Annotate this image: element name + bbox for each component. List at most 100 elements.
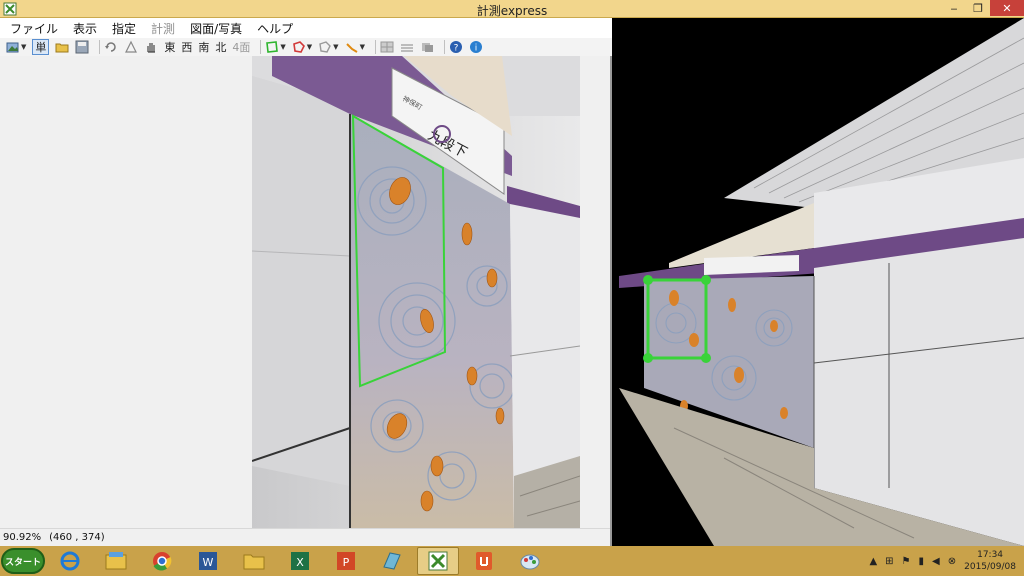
menu-help[interactable]: ヘルプ <box>257 20 293 37</box>
info-icon: i <box>469 41 482 54</box>
open-folder-button[interactable] <box>55 39 69 55</box>
help-icon: ? <box>449 41 462 54</box>
screen: 計測express ‒ ❐ ✕ ファイル 表示 指定 計測 図面/写真 ヘルプ … <box>0 0 1024 576</box>
volume-icon[interactable]: ◀ <box>932 556 940 567</box>
west-face-button[interactable]: 西 <box>181 39 192 55</box>
chrome-icon <box>153 552 172 571</box>
window-title: 計測express <box>476 4 548 18</box>
taskbar-internet-explorer[interactable] <box>49 547 91 575</box>
title-bar[interactable]: 計測express ‒ ❐ ✕ <box>0 0 1024 18</box>
toolbar-separator <box>374 40 376 54</box>
single-view-button[interactable]: 単 <box>32 39 50 55</box>
paint-icon <box>520 554 540 570</box>
corner-handle[interactable] <box>643 353 653 363</box>
keisoku-express-icon <box>428 551 448 571</box>
svg-text:W: W <box>203 556 214 569</box>
file-explorer-icon <box>105 552 127 570</box>
status-bar: 90.92% (460 , 374) <box>0 528 610 546</box>
corner-handle[interactable] <box>701 353 711 363</box>
taskbar-excel[interactable]: X <box>279 547 321 575</box>
stack-icon <box>421 43 433 52</box>
clock-date: 2015/09/08 <box>964 562 1016 572</box>
excel-icon: X <box>291 552 309 570</box>
help-button[interactable]: ? <box>449 39 463 55</box>
taskbar-file-explorer[interactable] <box>95 547 137 575</box>
perspective-scene <box>619 18 1024 546</box>
taskbar-word[interactable]: W <box>187 547 229 575</box>
svg-text:i: i <box>475 44 478 54</box>
polygon-green-button[interactable]: ▼ <box>265 39 286 55</box>
east-face-button[interactable]: 東 <box>164 39 175 55</box>
zoom-level: 90.92% <box>3 532 42 543</box>
menu-file[interactable]: ファイル <box>10 20 58 37</box>
open-image-button[interactable]: ▼ <box>6 39 26 55</box>
taskbar-keisoku-express[interactable] <box>417 547 459 575</box>
line-tool-button[interactable]: ▼ <box>345 39 365 55</box>
perspective-view-pane[interactable] <box>614 18 1024 546</box>
toolbar: ▼ 単 東 西 南 北 4面 ▼ ▼ ▼ ▼ ? i <box>0 38 612 56</box>
app-red-icon <box>476 552 492 570</box>
polygon-gray-button[interactable]: ▼ <box>318 39 339 55</box>
folder-icon <box>243 554 265 570</box>
app-blue-icon <box>383 552 401 570</box>
orange-line-icon <box>345 43 358 53</box>
start-button[interactable]: スタート <box>1 548 45 574</box>
clock[interactable]: 17:34 2015/09/08 <box>964 549 1016 573</box>
security-flag-icon[interactable]: ⚑ <box>902 556 911 567</box>
toolbar-separator <box>99 40 101 54</box>
gray-polygon-icon <box>319 41 332 53</box>
cursor-coordinates: (460 , 374) <box>49 532 105 543</box>
taskbar-paint[interactable] <box>509 547 551 575</box>
internet-explorer-icon <box>60 551 80 571</box>
grid-button[interactable] <box>380 39 394 55</box>
svg-text:P: P <box>343 556 350 569</box>
triangle-ruler-icon <box>125 40 138 53</box>
menu-drawing-photo[interactable]: 図面/写真 <box>190 20 242 37</box>
stack-button[interactable] <box>420 39 434 55</box>
toolbar-separator <box>260 40 262 54</box>
taskbar-chrome[interactable] <box>141 547 183 575</box>
pan-button[interactable] <box>144 39 158 55</box>
grid-icon <box>380 41 394 53</box>
image-canvas-area[interactable]: 九段下 神保町 <box>0 56 610 528</box>
image-open-icon <box>6 42 19 53</box>
svg-text:X: X <box>296 556 304 569</box>
hand-icon <box>147 43 156 53</box>
taskbar-powerpoint[interactable]: P <box>325 547 367 575</box>
close-button[interactable]: ✕ <box>990 0 1024 16</box>
clock-time: 17:34 <box>977 550 1004 560</box>
layers-icon <box>400 44 413 52</box>
polygon-red-button[interactable]: ▼ <box>292 39 312 55</box>
folder-icon <box>55 43 69 53</box>
menu-measure[interactable]: 計測 <box>151 20 175 37</box>
layers-button[interactable] <box>400 39 414 55</box>
north-face-button[interactable]: 北 <box>215 39 226 55</box>
taskbar: スタート W X P ▲ ⊞ ⚑ ▮ ◀ ⊗ 17:34 2015/09/08 <box>0 546 1024 576</box>
word-icon: W <box>199 552 217 570</box>
maximize-button[interactable]: ❐ <box>966 0 990 16</box>
svg-text:?: ? <box>454 44 459 54</box>
main-view-pane: ファイル 表示 指定 計測 図面/写真 ヘルプ ▼ 単 東 西 南 北 4面 ▼… <box>0 18 612 546</box>
red-polygon-icon <box>292 41 305 53</box>
station-wall-photo[interactable]: 九段下 神保町 <box>252 56 580 528</box>
menu-view[interactable]: 表示 <box>73 20 97 37</box>
info-button[interactable]: i <box>469 39 483 55</box>
measure-angle-button[interactable] <box>124 39 138 55</box>
close-tray-icon[interactable]: ⊗ <box>948 556 956 567</box>
windows-flag-icon[interactable]: ⊞ <box>885 556 893 567</box>
corner-handle[interactable] <box>643 275 653 285</box>
four-face-button[interactable]: 4面 <box>232 39 250 55</box>
save-button[interactable] <box>75 39 89 55</box>
south-face-button[interactable]: 南 <box>198 39 209 55</box>
taskbar-folder[interactable] <box>233 547 275 575</box>
menu-specify[interactable]: 指定 <box>112 20 136 37</box>
green-polygon-icon <box>266 41 279 53</box>
network-icon[interactable]: ▮ <box>919 556 925 567</box>
toolbar-separator <box>443 40 445 54</box>
taskbar-app-red[interactable] <box>463 547 505 575</box>
rotate-button[interactable] <box>104 39 118 55</box>
minimize-button[interactable]: ‒ <box>942 0 966 16</box>
corner-handle[interactable] <box>701 275 711 285</box>
taskbar-app-blue[interactable] <box>371 547 413 575</box>
show-hidden-icons-icon[interactable]: ▲ <box>869 556 877 567</box>
